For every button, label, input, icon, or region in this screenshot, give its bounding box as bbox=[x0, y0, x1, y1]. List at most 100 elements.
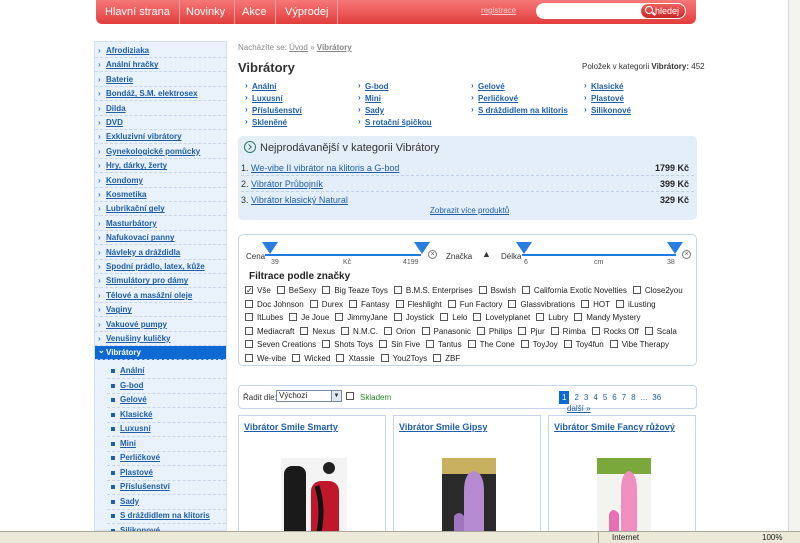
brand-checkbox[interactable] bbox=[609, 340, 618, 349]
brand-checkbox[interactable] bbox=[616, 299, 625, 308]
length-reset-icon[interactable]: × bbox=[682, 250, 691, 259]
register-link[interactable]: registrace bbox=[481, 6, 516, 15]
sidebar-item[interactable]: Vaginy bbox=[95, 303, 226, 318]
sidebar-item[interactable]: Tělové a masážní oleje bbox=[95, 289, 226, 303]
product-image[interactable] bbox=[434, 446, 504, 543]
subcategory-link[interactable]: Mini bbox=[358, 93, 381, 103]
sidebar-item[interactable]: Dilda bbox=[95, 102, 226, 116]
subcategory-link[interactable]: Skleněné bbox=[245, 117, 287, 127]
product-image[interactable] bbox=[279, 446, 349, 543]
sidebar-subitem[interactable]: Gelové bbox=[107, 393, 226, 408]
subcategory-link[interactable]: G-bod bbox=[358, 81, 389, 91]
subcategory-link[interactable]: Anální bbox=[245, 81, 276, 91]
brand-checkbox[interactable] bbox=[581, 299, 590, 308]
sidebar-item[interactable]: Návleky a dráždidla bbox=[95, 246, 226, 260]
sidebar-item[interactable]: Anální hračky bbox=[95, 58, 226, 73]
nav-sale[interactable]: Akce bbox=[233, 0, 277, 24]
subcategory-link[interactable]: S dráždidlem na klitoris bbox=[471, 105, 568, 115]
product-title[interactable]: Vibrátor Smile Fancy růžový bbox=[554, 422, 675, 432]
breadcrumb-home[interactable]: Úvod bbox=[289, 43, 308, 52]
sidebar-item[interactable]: Afrodiziaka bbox=[95, 44, 226, 58]
page-link[interactable]: 36 bbox=[652, 393, 661, 402]
product-title[interactable]: Vibrátor Smile Gipsy bbox=[399, 422, 487, 432]
sidebar-item[interactable]: Nafukovací panny bbox=[95, 231, 226, 246]
brand-option[interactable]: Mediacraft bbox=[245, 325, 294, 339]
sidebar-item[interactable]: Kondomy bbox=[95, 174, 226, 188]
brand-checkbox[interactable] bbox=[536, 313, 545, 322]
price-reset-icon[interactable]: × bbox=[428, 250, 437, 259]
brand-checkbox[interactable] bbox=[336, 353, 345, 362]
brand-checkbox[interactable] bbox=[518, 326, 527, 335]
page-link[interactable]: 8 bbox=[631, 393, 635, 402]
brand-option[interactable]: HOT bbox=[581, 298, 610, 312]
brand-checkbox[interactable] bbox=[508, 299, 517, 308]
brand-option[interactable]: N.M.C. bbox=[341, 325, 378, 339]
brand-option[interactable]: Vibe Therapy bbox=[609, 338, 669, 352]
brand-option[interactable]: Lubry bbox=[536, 311, 568, 325]
subcategory-link[interactable]: Příslušenství bbox=[245, 105, 302, 115]
brand-option[interactable]: Nexus bbox=[300, 325, 335, 339]
nav-home[interactable]: Hlavní strana bbox=[96, 0, 180, 24]
nav-clearance[interactable]: Výprodej bbox=[276, 0, 339, 24]
brand-option[interactable]: Pjur bbox=[518, 325, 545, 339]
page-link[interactable]: 7 bbox=[622, 393, 626, 402]
price-slider-track[interactable] bbox=[265, 254, 421, 256]
brand-option[interactable]: Vše bbox=[245, 284, 271, 298]
brand-checkbox[interactable] bbox=[245, 326, 253, 335]
brand-option[interactable]: Doc Johnson bbox=[245, 298, 304, 312]
sidebar-item[interactable]: Kosmetika bbox=[95, 188, 226, 202]
brand-checkbox[interactable] bbox=[393, 286, 402, 294]
page-link[interactable]: 5 bbox=[603, 393, 607, 402]
product-card[interactable]: Vibrátor Smile Fancy růžový bbox=[548, 415, 696, 543]
product-card[interactable]: Vibrátor Smile Gipsy bbox=[393, 415, 541, 543]
brand-option[interactable]: Glassvibrations bbox=[508, 298, 575, 312]
sidebar-item[interactable]: Hry, dárky, žerty bbox=[95, 159, 226, 174]
brand-checkbox[interactable] bbox=[520, 340, 529, 349]
brand-option[interactable]: ZBF bbox=[433, 352, 460, 366]
brand-checkbox[interactable] bbox=[245, 299, 253, 308]
brand-option[interactable]: Bswish bbox=[478, 284, 516, 298]
brand-checkbox[interactable] bbox=[379, 340, 388, 349]
brand-option[interactable]: ItLubes bbox=[245, 311, 283, 325]
show-more-link[interactable]: Zobrazit více produktů bbox=[430, 206, 509, 215]
brand-checkbox[interactable] bbox=[245, 313, 253, 322]
brand-checkbox[interactable] bbox=[426, 340, 435, 349]
sidebar-item[interactable]: Venušiny kuličky bbox=[95, 332, 226, 346]
brand-option[interactable]: Rocks Off bbox=[591, 325, 639, 339]
subcategory-link[interactable]: Silikonové bbox=[584, 105, 631, 115]
page-link[interactable]: 4 bbox=[593, 393, 597, 402]
brand-option[interactable]: Toy4fun bbox=[563, 338, 604, 352]
product-image[interactable] bbox=[589, 446, 659, 543]
sidebar-subitem[interactable]: Klasické bbox=[107, 408, 226, 423]
vertical-scrollbar[interactable] bbox=[788, 0, 800, 531]
brand-option[interactable]: BeSexy bbox=[276, 284, 316, 298]
brand-option[interactable]: Lelo bbox=[440, 311, 467, 325]
page-link[interactable]: 2 bbox=[574, 393, 578, 402]
brand-checkbox[interactable] bbox=[632, 286, 641, 294]
brand-checkbox[interactable] bbox=[433, 353, 442, 362]
brand-option[interactable]: Fun Factory bbox=[447, 298, 502, 312]
brand-option[interactable]: Orion bbox=[383, 325, 416, 339]
sidebar-item[interactable]: DVD bbox=[95, 116, 226, 130]
brand-checkbox[interactable] bbox=[322, 286, 331, 294]
price-min-handle[interactable] bbox=[262, 242, 278, 254]
brand-option[interactable]: Scala bbox=[644, 325, 677, 339]
sidebar-subitem[interactable]: Anální bbox=[107, 364, 226, 379]
subcategory-link[interactable]: Plastové bbox=[584, 93, 624, 103]
page-link[interactable]: ... bbox=[641, 393, 648, 402]
product-title[interactable]: Vibrátor Smile Smarty bbox=[244, 422, 338, 432]
brand-option[interactable]: Tantus bbox=[426, 338, 462, 352]
brand-option[interactable]: Fantasy bbox=[349, 298, 390, 312]
brand-option[interactable]: Xtassie bbox=[336, 352, 375, 366]
breadcrumb-current[interactable]: Vibrátory bbox=[317, 43, 352, 52]
brand-option[interactable]: Close2you bbox=[632, 284, 683, 298]
brand-checkbox[interactable] bbox=[644, 326, 653, 335]
brand-option[interactable]: Rimba bbox=[550, 325, 586, 339]
brand-option[interactable]: Shots Toys bbox=[322, 338, 373, 352]
brand-checkbox[interactable] bbox=[521, 286, 530, 294]
product-card[interactable]: Vibrátor Smile Smarty bbox=[238, 415, 386, 543]
sidebar-item[interactable]: Baterie bbox=[95, 73, 226, 87]
sidebar-subitem[interactable]: Příslušenství bbox=[107, 480, 226, 495]
brand-checkbox[interactable] bbox=[383, 326, 392, 335]
brand-checkbox[interactable] bbox=[476, 326, 485, 335]
